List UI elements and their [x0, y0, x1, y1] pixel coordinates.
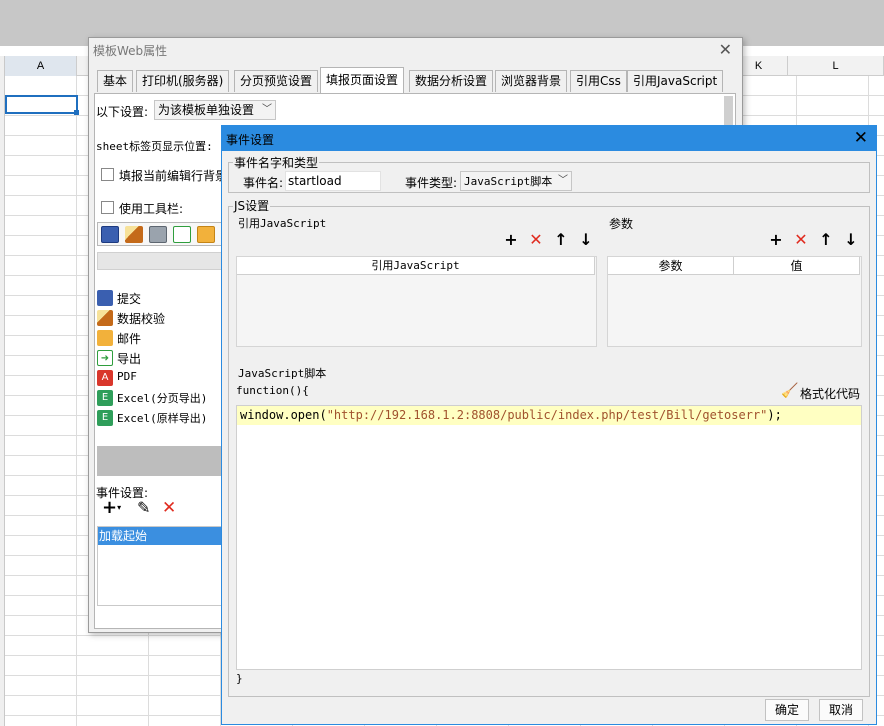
button-item-mail[interactable]: 邮件: [97, 328, 225, 348]
toolbar-preview: [97, 222, 225, 246]
arrow-up-icon[interactable]: ↑: [818, 232, 834, 248]
event-type-select[interactable]: JavaScript脚本 ﹀: [460, 171, 572, 191]
use-toolbar-label: 使用工具栏:: [119, 202, 184, 216]
ref-js-label: 引用JavaScript: [238, 217, 327, 230]
tab-browser-bg[interactable]: 浏览器背景: [495, 70, 568, 92]
params-label: 参数: [609, 217, 634, 231]
code-call: window.open(: [240, 408, 327, 422]
group-title: 事件名字和类型: [233, 154, 320, 171]
export-icon: ➜: [97, 350, 113, 366]
button-item-submit[interactable]: 提交: [97, 288, 225, 308]
event-name-input[interactable]: startload: [285, 171, 381, 191]
add-icon[interactable]: +▾: [102, 498, 121, 518]
group-title: JS设置: [233, 197, 271, 214]
fill-bg-checkbox[interactable]: [101, 168, 114, 181]
row-header-bar: [0, 56, 5, 726]
event-name-label: 事件名:: [243, 176, 284, 190]
button-item-label: 邮件: [117, 332, 142, 346]
script-label: JavaScript脚本: [238, 367, 327, 380]
tab-page-preview[interactable]: 分页预览设置: [234, 70, 319, 92]
delete-icon[interactable]: ✕: [162, 498, 176, 518]
validate-icon[interactable]: [125, 226, 143, 243]
code-string: "http://192.168.1.2:8808/public/index.ph…: [326, 408, 768, 422]
arrow-down-icon[interactable]: ↓: [843, 232, 859, 248]
scrollbar[interactable]: [724, 96, 733, 126]
event-list: 加载起始: [97, 526, 225, 606]
tab-basic[interactable]: 基本: [97, 70, 134, 92]
button-item-pdf[interactable]: A PDF: [97, 368, 225, 388]
column-header-l[interactable]: L: [788, 56, 884, 76]
event-type-value: JavaScript脚本: [464, 175, 553, 188]
sheet-tab-position-label: sheet标签页显示位置:: [96, 140, 213, 153]
export-icon[interactable]: [173, 226, 191, 243]
save-icon[interactable]: [101, 226, 119, 243]
ok-button[interactable]: 确定: [765, 699, 809, 721]
add-icon[interactable]: +: [503, 232, 519, 248]
edit-icon[interactable]: ✎: [137, 499, 150, 517]
use-toolbar-checkbox[interactable]: [101, 201, 114, 214]
dialog-titlebar: 事件设置 ✕: [222, 126, 876, 151]
button-item-export[interactable]: ➜ 导出: [97, 348, 225, 368]
arrow-up-icon[interactable]: ↑: [553, 232, 569, 248]
toolbar-drop-area: [97, 446, 225, 476]
button-item-label: 提交: [117, 292, 142, 306]
fill-handle[interactable]: [74, 110, 79, 115]
delete-icon[interactable]: ✕: [793, 232, 809, 248]
button-item-excel-original[interactable]: E Excel(原样导出): [97, 408, 225, 428]
event-settings-dialog: 事件设置 ✕ 事件名字和类型 事件名: startload 事件类型: Java…: [221, 125, 877, 725]
script-editor[interactable]: window.open("http://192.168.1.2:8808/pub…: [236, 405, 862, 670]
excel-icon: E: [97, 390, 113, 406]
selected-cell[interactable]: [5, 95, 78, 114]
chevron-down-icon: ﹀: [558, 175, 568, 186]
function-open: function(){: [236, 384, 309, 397]
mail-icon: [97, 330, 113, 346]
function-close: }: [236, 672, 243, 685]
event-type-label: 事件类型:: [405, 176, 458, 190]
tab-ref-css[interactable]: 引用Css: [570, 70, 627, 92]
ref-js-table[interactable]: 引用JavaScript: [236, 256, 597, 347]
brush-icon[interactable]: 🧹: [781, 383, 798, 399]
button-item-label: 导出: [117, 352, 142, 366]
button-item-label: PDF: [117, 370, 137, 383]
setting-select-value: 为该模板单独设置: [158, 103, 255, 117]
toolbar-separator: [97, 252, 225, 270]
list-item[interactable]: 加载起始: [98, 527, 224, 545]
code-end: );: [767, 408, 782, 422]
mail-icon[interactable]: [197, 226, 215, 243]
pdf-icon: A: [97, 370, 113, 386]
add-icon[interactable]: +: [768, 232, 784, 248]
cancel-button[interactable]: 取消: [819, 699, 863, 721]
column-header-a[interactable]: A: [5, 56, 77, 76]
fill-bg-label: 填报当前编辑行背景: [119, 169, 228, 183]
tab-printer[interactable]: 打印机(服务器): [136, 70, 230, 92]
params-table[interactable]: 参数 值: [607, 256, 862, 347]
setting-select[interactable]: 为该模板单独设置 ﹀: [154, 100, 276, 120]
excel-icon: E: [97, 410, 113, 426]
delete-icon[interactable]: ✕: [528, 232, 544, 248]
submit-icon: [97, 290, 113, 306]
close-icon[interactable]: ✕: [854, 128, 868, 148]
tab-data-analysis[interactable]: 数据分析设置: [409, 70, 494, 92]
arrow-down-icon[interactable]: ↓: [578, 232, 594, 248]
column-header-params: 参数: [608, 257, 734, 275]
dialog-title: 事件设置: [226, 133, 275, 147]
button-item-validate[interactable]: 数据校验: [97, 308, 225, 328]
button-item-label: Excel(原样导出): [117, 412, 208, 425]
button-item-label: Excel(分页导出): [117, 392, 208, 405]
chevron-down-icon: ﹀: [262, 104, 272, 115]
button-item-label: 数据校验: [117, 312, 166, 326]
code-line[interactable]: window.open("http://192.168.1.2:8808/pub…: [237, 406, 861, 425]
tab-ref-javascript[interactable]: 引用JavaScript: [627, 70, 724, 92]
button-item-excel-paged[interactable]: E Excel(分页导出): [97, 388, 225, 408]
setting-label: 以下设置:: [96, 105, 149, 119]
dialog-title: 模板Web属性: [93, 44, 168, 58]
column-header-value: 值: [734, 257, 860, 275]
close-icon[interactable]: ✕: [719, 40, 732, 59]
tab-fill-page[interactable]: 填报页面设置: [320, 67, 405, 93]
validate-icon: [97, 310, 113, 326]
print-icon[interactable]: [149, 226, 167, 243]
column-header-ref-js: 引用JavaScript: [237, 257, 595, 275]
format-code-button[interactable]: 格式化代码: [800, 385, 860, 402]
